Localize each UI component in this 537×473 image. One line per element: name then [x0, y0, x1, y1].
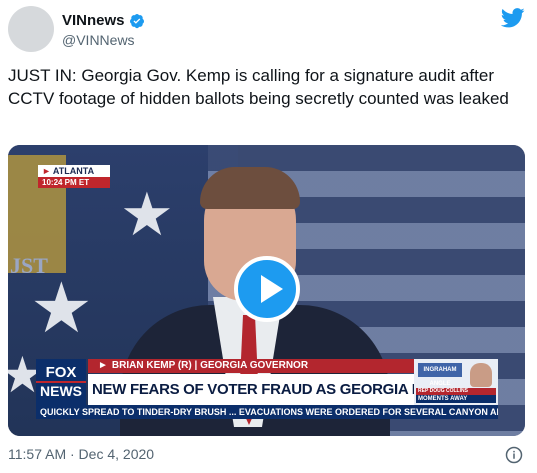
tweet-card: VINnews @VINNews JUST IN: Georgia Gov. K… [0, 0, 537, 473]
location-label: ATLANTA [52, 166, 95, 176]
star-icon: ★ [30, 269, 93, 347]
location-badge: ► ATLANTA 10:24 PM ET [38, 165, 110, 188]
tweet-timestamp[interactable]: 11:57 AM · Dec 4, 2020 [8, 446, 154, 462]
tweet-text: JUST IN: Georgia Gov. Kemp is calling fo… [8, 66, 509, 108]
promo-moments-label: MOMENTS AWAY [416, 395, 496, 403]
network-logo-line1: FOX [45, 364, 77, 381]
video-player[interactable]: ★ ★ ★ JST ► ATLANTA 10:24 PM ET FOX NEWS … [8, 145, 525, 436]
lower-third-name: ► BRIAN KEMP (R) | GEORGIA GOVERNOR [88, 359, 414, 373]
promo-rep-label: REP DOUG COLLINS [416, 388, 496, 395]
chyron-headline: NEW FEARS OF VOTER FRAUD AS GEORGIA RUNO… [88, 374, 414, 405]
network-logo: FOX NEWS [36, 359, 86, 405]
promo-show-logo: INGRAHAM ANGLE [418, 363, 462, 387]
promo-photo [470, 363, 492, 387]
broadcast-time: 10:24 PM ET [38, 177, 110, 188]
info-icon[interactable] [505, 446, 523, 464]
twitter-bird-icon[interactable] [501, 8, 525, 28]
avatar[interactable] [8, 6, 54, 52]
speaker-hair [200, 167, 300, 209]
author-display-name[interactable]: VINnews [62, 12, 125, 29]
star-icon: ★ [120, 181, 174, 248]
verified-badge-icon [129, 13, 144, 28]
author-name-row: VINnews [62, 12, 145, 29]
network-logo-line2: NEWS [36, 381, 86, 399]
author-handle[interactable]: @VINNews [62, 32, 135, 48]
promo-box: INGRAHAM ANGLE REP DOUG COLLINS MOMENTS … [414, 359, 498, 405]
news-ticker: QUICKLY SPREAD TO TINDER-DRY BRUSH ... E… [36, 405, 498, 419]
lower-third-name-text: BRIAN KEMP (R) | GEORGIA GOVERNOR [111, 360, 309, 371]
play-arrow-icon: ► [98, 360, 108, 371]
play-button[interactable] [234, 256, 300, 322]
play-icon [261, 275, 283, 303]
play-arrow-icon: ► [42, 166, 51, 176]
backdrop-text: JST [10, 253, 48, 278]
